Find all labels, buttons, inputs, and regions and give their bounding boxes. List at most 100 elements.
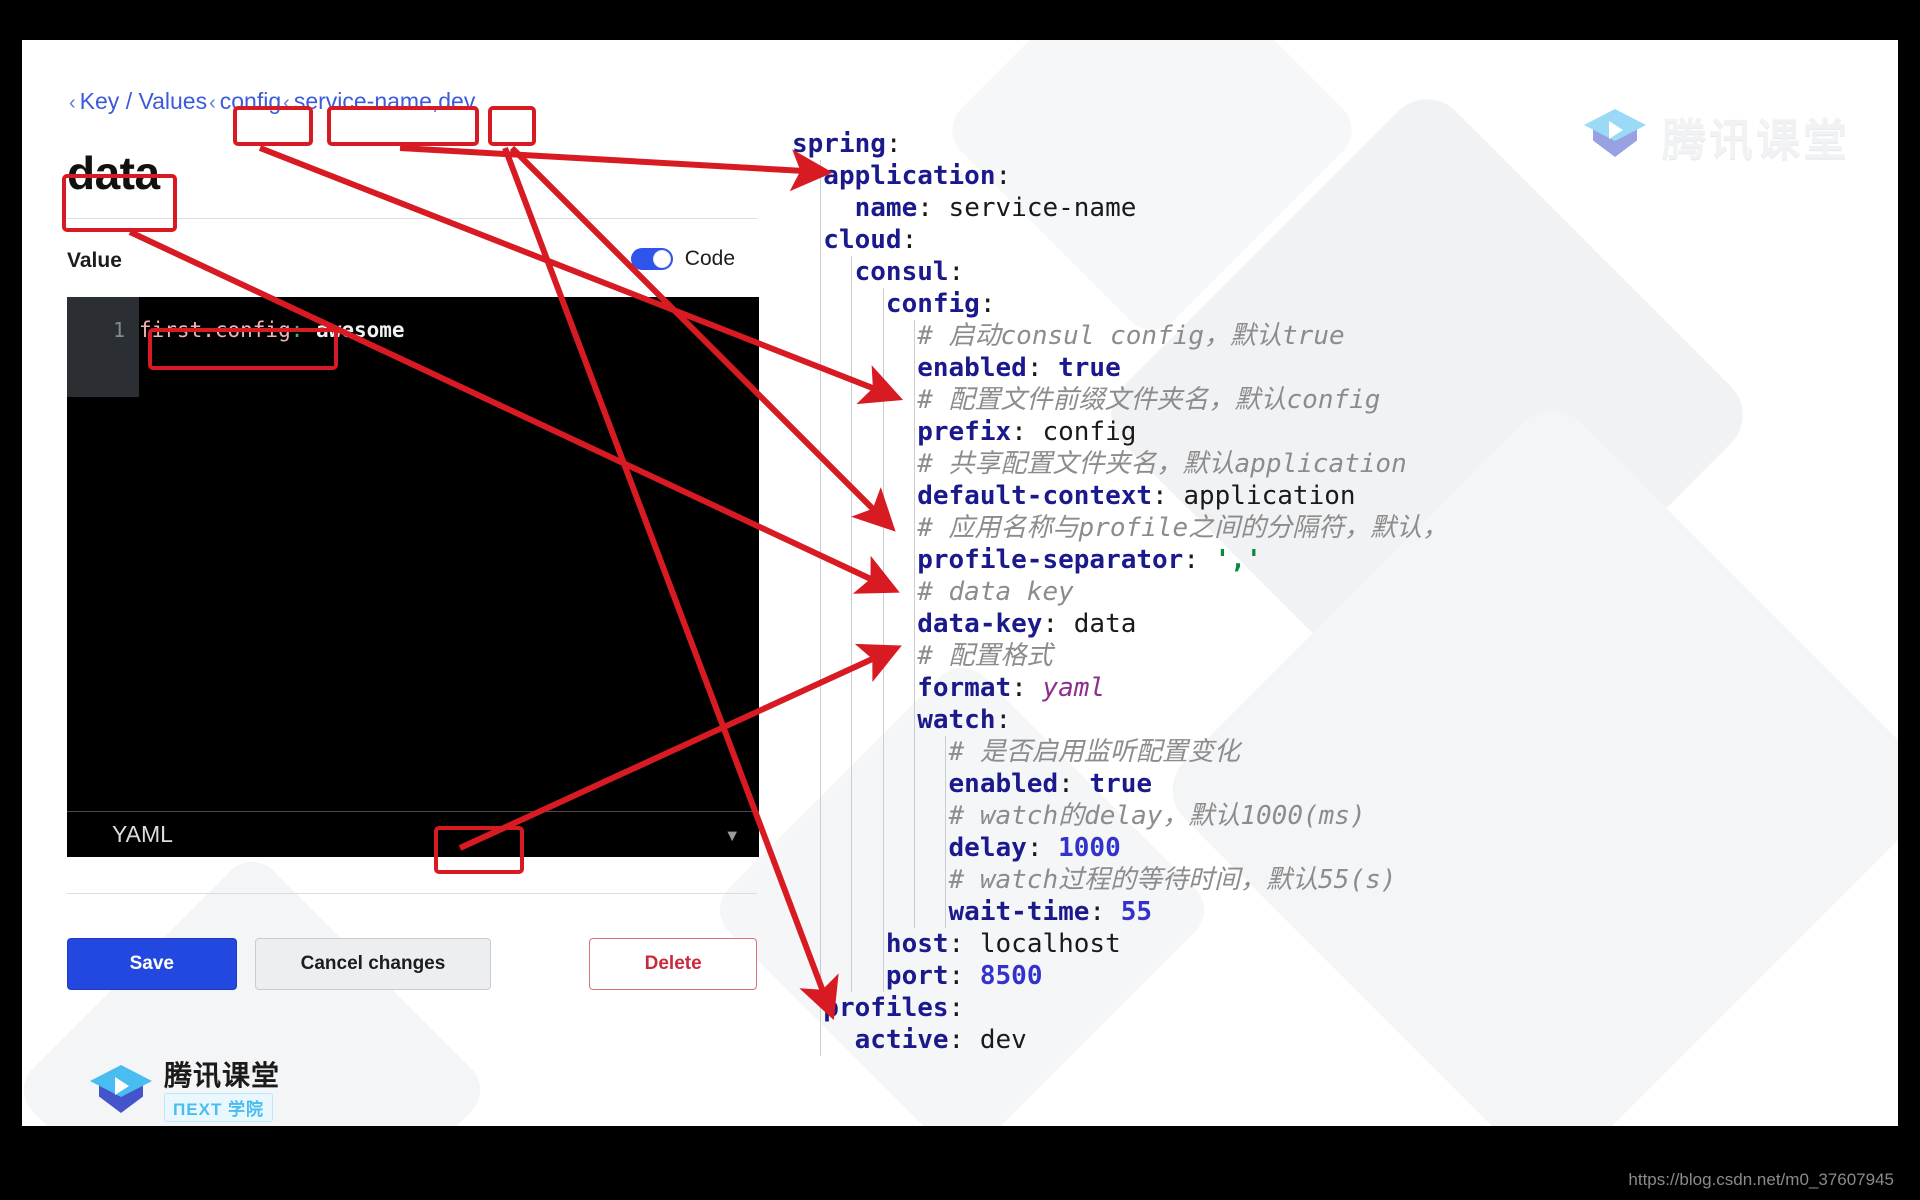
yaml-separator: : — [1089, 897, 1121, 927]
breadcrumb-item-service-name-dev[interactable]: service-name,dev — [294, 88, 476, 114]
url-watermark: https://blog.csdn.net/m0_37607945 — [1628, 1170, 1894, 1189]
brand-name: 腾讯课堂 — [164, 1060, 281, 1091]
yaml-separator: : — [901, 225, 918, 255]
yaml-value: ',' — [1214, 545, 1262, 575]
yaml-comment-text: # watch的delay，默认1000(ms) — [792, 801, 1366, 831]
yaml-key: port — [792, 961, 949, 991]
yaml-key: spring — [792, 129, 886, 159]
yaml-key-line: application: — [792, 160, 1448, 192]
language-select[interactable]: YAML — [112, 821, 173, 848]
yaml-separator: : — [1026, 833, 1059, 863]
cancel-changes-button[interactable]: Cancel changes — [254, 938, 492, 990]
yaml-comment-text: # 应用名称与profile之间的分隔符，默认， — [792, 513, 1449, 543]
value-section-header: Value Code — [67, 247, 757, 283]
yaml-comment-line: # 配置格式 — [792, 640, 1448, 672]
yaml-comment-line: # 是否启用监听配置变化 — [792, 736, 1448, 768]
yaml-separator: : — [1042, 609, 1074, 639]
yaml-comment-line: # watch过程的等待时间，默认55(s) — [792, 864, 1448, 896]
yaml-value: 1000 — [1058, 833, 1121, 863]
yaml-key: watch — [792, 705, 996, 735]
yaml-value: application — [1183, 481, 1356, 511]
divider — [67, 893, 757, 894]
yaml-key: enabled — [792, 353, 1027, 383]
code-toggle[interactable]: Code — [630, 247, 735, 271]
yaml-key: enabled — [792, 769, 1059, 799]
yaml-key: consul — [792, 257, 949, 287]
yaml-comment-text: # 是否启用监听配置变化 — [792, 737, 1240, 767]
yaml-key-line: delay: 1000 — [792, 832, 1448, 864]
yaml-key-line: profiles: — [792, 992, 1448, 1024]
yaml-separator: : — [1183, 545, 1215, 575]
editor-footer: YAML ▼ — [67, 811, 759, 857]
video-frame: 腾讯课堂 ‹ Key / Values ‹ config ‹ service-name,d… — [0, 0, 1920, 1200]
editor-line-1[interactable]: 1 first.config: awesome — [67, 315, 405, 345]
yaml-comment-text: # watch过程的等待时间，默认55(s) — [792, 865, 1397, 895]
chevron-left-icon: ‹ — [283, 92, 290, 114]
value-label: Value — [67, 249, 122, 272]
editor-token-colon: : — [290, 318, 304, 342]
yaml-comment-line: # 共享配置文件夹名，默认application — [792, 448, 1448, 480]
yaml-separator: : — [948, 1025, 980, 1055]
breadcrumb-item-config[interactable]: config — [220, 88, 281, 114]
yaml-key: config — [792, 289, 980, 319]
yaml-key: active — [792, 1025, 949, 1055]
yaml-comment-text: # 配置格式 — [792, 641, 1053, 671]
yaml-value: service-name — [948, 193, 1137, 223]
yaml-comment-text: # 配置文件前缀文件夹名，默认config — [792, 385, 1381, 415]
yaml-separator: : — [1026, 353, 1059, 383]
yaml-key-line: format: yaml — [792, 672, 1448, 704]
yaml-separator: : — [948, 929, 980, 959]
yaml-key-line: cloud: — [792, 224, 1448, 256]
delete-button[interactable]: Delete — [589, 938, 757, 990]
code-toggle-switch[interactable] — [630, 248, 673, 270]
yaml-key-line: spring: — [792, 128, 1448, 160]
yaml-comment-text: # 启动consul config，默认true — [792, 321, 1345, 351]
yaml-key-line: watch: — [792, 704, 1448, 736]
yaml-comment-line: # 配置文件前缀文件夹名，默认config — [792, 384, 1448, 416]
code-toggle-label: Code — [684, 247, 735, 270]
yaml-key-line: profile-separator: ',' — [792, 544, 1448, 576]
yaml-config-listing: spring: application: name: service-name … — [792, 128, 1448, 1056]
yaml-separator: : — [1011, 673, 1043, 703]
breadcrumb-item-key-values[interactable]: Key / Values — [80, 88, 207, 114]
graduation-cap-icon — [90, 1063, 152, 1121]
tencent-classroom-watermark: 腾讯课堂 — [1584, 104, 1850, 168]
yaml-key: format — [792, 673, 1012, 703]
yaml-key: data-key — [792, 609, 1043, 639]
chevron-down-icon[interactable]: ▼ — [727, 825, 737, 844]
yaml-key-line: consul: — [792, 256, 1448, 288]
yaml-key-line: default-context: application — [792, 480, 1448, 512]
yaml-separator: : — [1058, 769, 1090, 799]
save-button[interactable]: Save — [67, 938, 237, 990]
yaml-value: 55 — [1120, 897, 1153, 927]
yaml-key: profiles — [792, 993, 949, 1023]
code-editor[interactable]: 1 first.config: awesome YAML ▼ — [67, 297, 759, 857]
yaml-comment-text: # data key — [792, 577, 1074, 607]
yaml-separator: : — [1011, 417, 1043, 447]
yaml-key: prefix — [792, 417, 1012, 447]
yaml-key: host — [792, 929, 949, 959]
kv-edit-panel: ‹ Key / Values ‹ config ‹ service-name,dev da… — [67, 90, 797, 990]
yaml-comment-line: # 应用名称与profile之间的分隔符，默认， — [792, 512, 1448, 544]
yaml-value: true — [1058, 353, 1121, 383]
yaml-key: default-context — [792, 481, 1153, 511]
yaml-comment-text: # 共享配置文件夹名，默认application — [792, 449, 1407, 479]
yaml-key-line: name: service-name — [792, 192, 1448, 224]
yaml-value: dev — [979, 1025, 1027, 1055]
editor-token-key: first.config — [139, 318, 291, 342]
yaml-key-line: host: localhost — [792, 928, 1448, 960]
yaml-separator: : — [885, 129, 902, 159]
yaml-key-line: wait-time: 55 — [792, 896, 1448, 928]
yaml-key-line: enabled: true — [792, 768, 1448, 800]
toggle-knob — [652, 250, 671, 268]
line-number: 1 — [112, 318, 125, 342]
yaml-key-line: port: 8500 — [792, 960, 1448, 992]
yaml-key-line: config: — [792, 288, 1448, 320]
watermark-text: 腾讯课堂 — [1662, 116, 1850, 165]
yaml-comment-line: # 启动consul config，默认true — [792, 320, 1448, 352]
yaml-separator: : — [917, 193, 949, 223]
brand-lockup: 腾讯课堂 ΠEXT 学院 — [90, 1062, 280, 1122]
yaml-value: 8500 — [979, 961, 1043, 991]
yaml-value: data — [1073, 609, 1137, 639]
chevron-left-icon: ‹ — [209, 92, 216, 114]
